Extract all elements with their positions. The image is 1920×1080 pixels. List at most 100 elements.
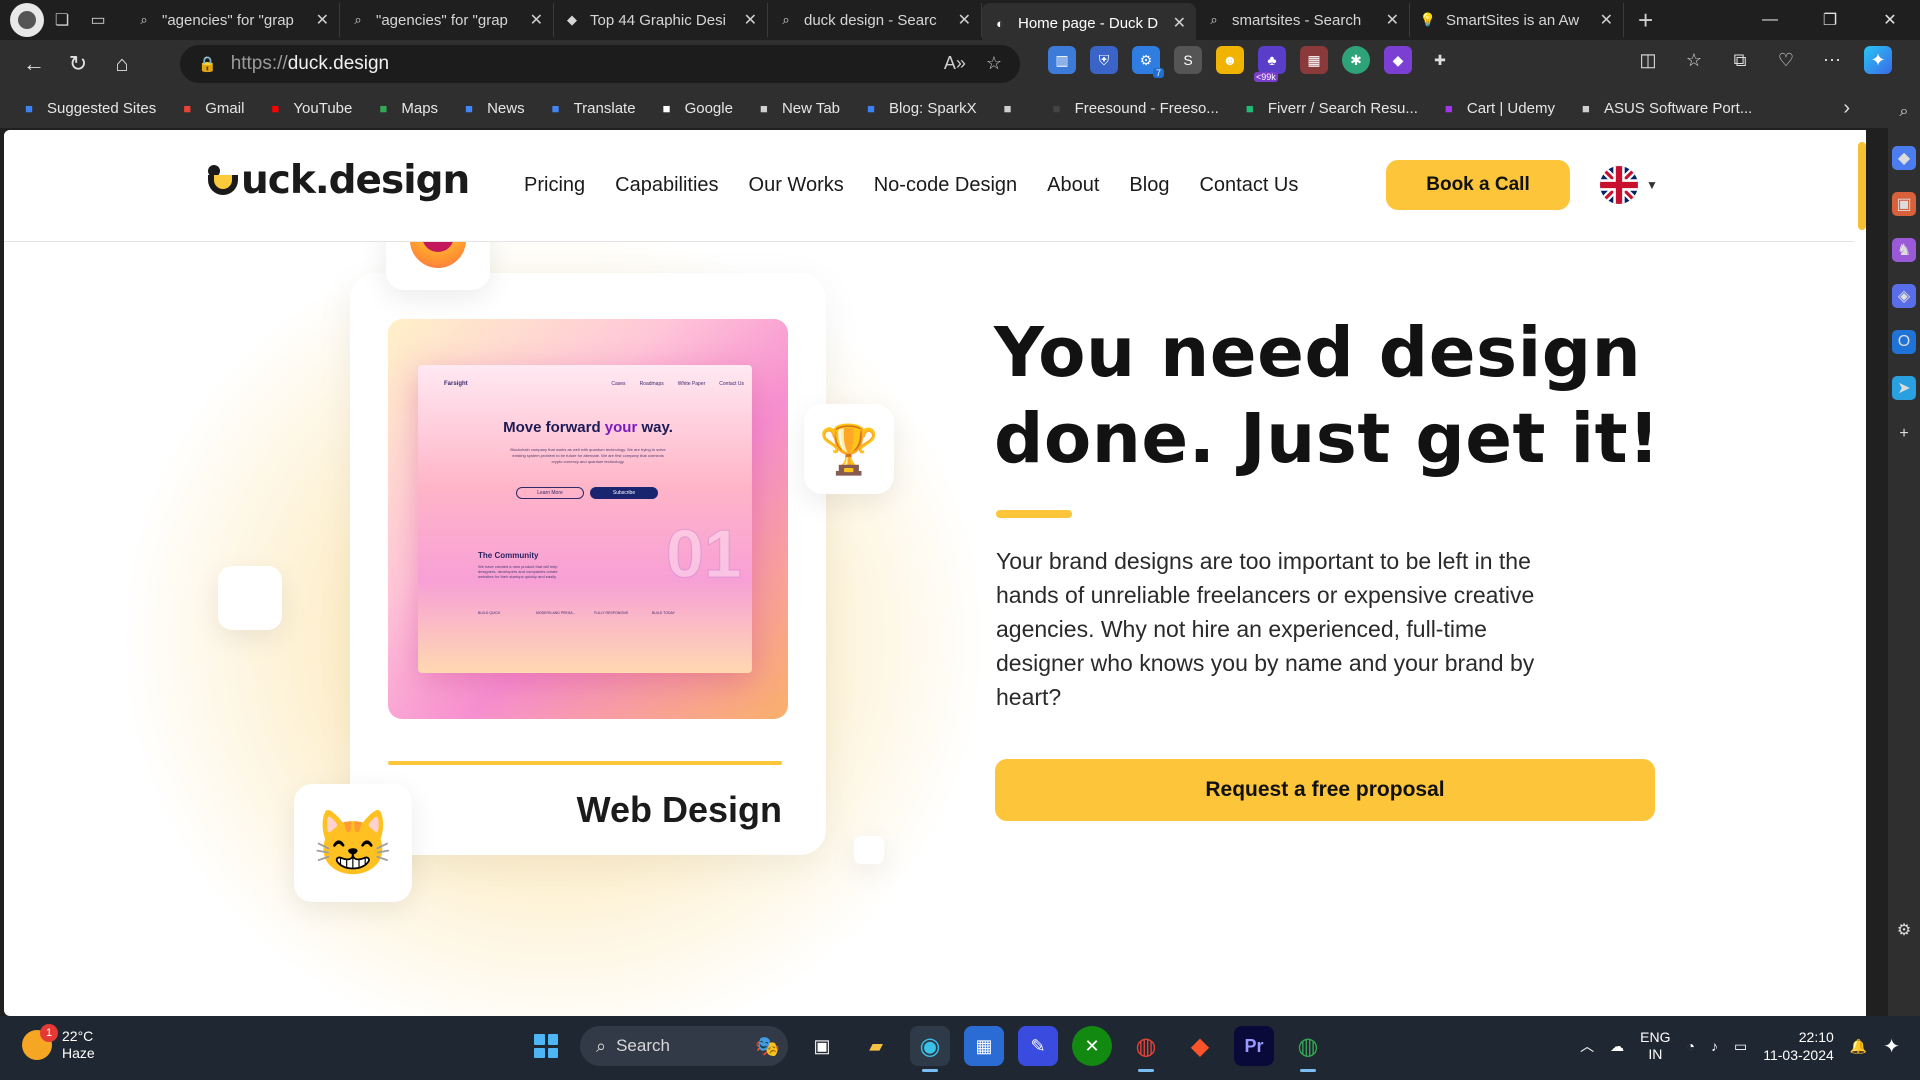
close-window-button[interactable]: ✕ [1860,0,1920,40]
browser-tab[interactable]: ◆ Top 44 Graphic Desi ✕ [554,3,768,37]
browser-tab[interactable]: ⌕ smartsites - Search ✕ [1196,3,1410,37]
page-scrollbar[interactable] [1858,142,1866,230]
favorite-link[interactable]: ■ ASUS Software Port... [1577,99,1752,117]
pen-app-icon[interactable]: ✎ [1018,1026,1058,1066]
premiere-icon[interactable]: Pr [1234,1026,1274,1066]
language-indicator[interactable]: ENG IN [1640,1029,1670,1063]
file-explorer-icon[interactable]: ▰ [856,1026,896,1066]
collections-icon[interactable]: ⧉ [1726,46,1754,74]
start-button[interactable] [526,1026,566,1066]
xbox-icon[interactable]: ✕ [1072,1026,1112,1066]
sidebar-tools-icon[interactable]: ▣ [1892,192,1916,216]
favorite-star-icon[interactable]: ☆ [986,53,1002,74]
favorite-link[interactable]: ■ Fiverr / Search Resu... [1241,99,1418,117]
sidebar-settings-icon[interactable]: ⚙ [1892,918,1916,942]
copilot-tray-icon[interactable]: ✦ [1883,1034,1900,1059]
nav-pricing[interactable]: Pricing [524,174,585,197]
nav-blog[interactable]: Blog [1129,174,1169,197]
favorite-link[interactable]: ■ Translate [547,99,636,117]
site-logo[interactable]: uck.design [206,158,470,203]
taskbar-search[interactable]: ⌕ Search 🎭 [580,1026,788,1066]
sidebar-games-icon[interactable]: ♞ [1892,238,1916,262]
profile-avatar[interactable] [10,3,44,37]
favorite-link[interactable]: ■ New Tab [755,99,840,117]
favorite-link[interactable]: ■ Maps [374,99,438,117]
extensions-puzzle-icon[interactable]: ✚ [1426,46,1454,74]
workspaces-icon[interactable]: ❏ [44,4,80,36]
lock-icon[interactable]: 🔒 [198,55,217,73]
favorites-icon[interactable]: ☆ [1680,46,1708,74]
nav-contact-us[interactable]: Contact Us [1199,174,1298,197]
favorite-link[interactable]: ■ Freesound - Freeso... [1048,99,1219,117]
nav-about[interactable]: About [1047,174,1099,197]
back-button[interactable]: ← [12,44,56,84]
home-button[interactable]: ⌂ [100,44,144,84]
shield-extension-icon[interactable]: ⛨ [1090,46,1118,74]
browser-tab[interactable]: ⌕ duck design - Searc ✕ [768,3,982,37]
new-tab-button[interactable]: + [1638,5,1653,36]
favorite-link[interactable]: ■ Gmail [178,99,244,117]
address-bar[interactable]: 🔒 https:// duck.design A» ☆ [180,45,1020,83]
brave-icon[interactable]: ◆ [1180,1026,1220,1066]
close-tab-icon[interactable]: ✕ [744,10,757,30]
close-tab-icon[interactable]: ✕ [1173,13,1186,33]
weather-widget[interactable]: 1 22°C Haze [22,1024,95,1062]
language-selector[interactable]: ▼ [1600,166,1658,204]
close-tab-icon[interactable]: ✕ [316,10,329,30]
favorite-link[interactable]: ■ News [460,99,524,117]
wifi-icon[interactable]: ◔ [1687,1038,1695,1054]
purple-extension-icon[interactable]: ◆ [1384,46,1412,74]
close-tab-icon[interactable]: ✕ [1386,10,1399,30]
close-tab-icon[interactable]: ✕ [958,10,971,30]
browser-tab[interactable]: ⌕ "agencies" for "grap ✕ [126,3,340,37]
favorite-link[interactable]: ■ Blog: SparkX [862,99,976,117]
browser-tab[interactable]: ◐ Home page - Duck D ✕ [982,3,1196,43]
restore-button[interactable]: ❐ [1800,0,1860,40]
sidebar-send-icon[interactable]: ➤ [1892,376,1916,400]
book-call-button[interactable]: Book a Call [1386,160,1570,210]
green-extension-icon[interactable]: ✱ [1342,46,1370,74]
extension-icon[interactable]: ▥ [1048,46,1076,74]
read-aloud-icon[interactable]: A» [944,53,966,74]
performance-icon[interactable]: ♡ [1772,46,1800,74]
sidebar-search-icon[interactable]: ⌕ [1892,100,1916,124]
translate-extension-icon[interactable]: ⚙ 7 [1132,46,1164,78]
clock[interactable]: 22:10 11-03-2024 [1763,1028,1834,1064]
nav-capabilities[interactable]: Capabilities [615,174,718,197]
tab-actions-icon[interactable]: ▭ [80,4,116,36]
chrome-icon[interactable]: ◍ [1126,1026,1166,1072]
battery-icon[interactable]: ▭ [1734,1038,1747,1055]
task-view-icon[interactable]: ▣ [802,1026,842,1066]
sidebar-outlook-icon[interactable]: O [1892,330,1916,354]
chevron-right-icon[interactable]: › [1843,97,1850,120]
minimize-button[interactable]: — [1740,0,1800,40]
face-extension-icon[interactable]: ☻ [1216,46,1244,74]
copilot-icon[interactable]: ✦ [1864,46,1892,74]
favorite-link[interactable]: ■ [999,99,1026,117]
split-screen-icon[interactable]: ◫ [1634,46,1662,74]
favorite-link[interactable]: ■ Suggested Sites [20,99,156,117]
request-proposal-button[interactable]: Request a free proposal [995,759,1655,821]
nav-no-code-design[interactable]: No-code Design [874,174,1017,197]
refresh-button[interactable]: ↻ [56,44,100,84]
favorite-link[interactable]: ■ Cart | Udemy [1440,99,1555,117]
notification-bell-icon[interactable]: 🔔 [1850,1038,1867,1055]
sidebar-copilot-icon[interactable]: ◈ [1892,284,1916,308]
store-icon[interactable]: ▦ [964,1026,1004,1066]
volume-icon[interactable]: ♪ [1711,1038,1718,1054]
browser-tab[interactable]: 💡 SmartSites is an Aw ✕ [1410,3,1624,37]
close-tab-icon[interactable]: ✕ [530,10,543,30]
sidebar-add-icon[interactable]: + [1892,422,1916,446]
rank-extension-icon[interactable]: ♣ <99k [1254,46,1286,82]
tray-chevron-up-icon[interactable]: ︿ [1580,1036,1594,1056]
edge-app-icon[interactable]: ◉ [910,1026,950,1072]
favorite-link[interactable]: ■ YouTube [266,99,352,117]
onedrive-icon[interactable]: ☁ [1610,1038,1624,1055]
s-extension-icon[interactable]: S [1174,46,1202,74]
nav-our-works[interactable]: Our Works [749,174,844,197]
sidebar-tag-icon[interactable]: ◆ [1892,146,1916,170]
favorite-link[interactable]: ■ Google [658,99,733,117]
grid-extension-icon[interactable]: ▦ [1300,46,1328,74]
more-menu-icon[interactable]: ⋯ [1818,46,1846,74]
close-tab-icon[interactable]: ✕ [1600,10,1613,30]
